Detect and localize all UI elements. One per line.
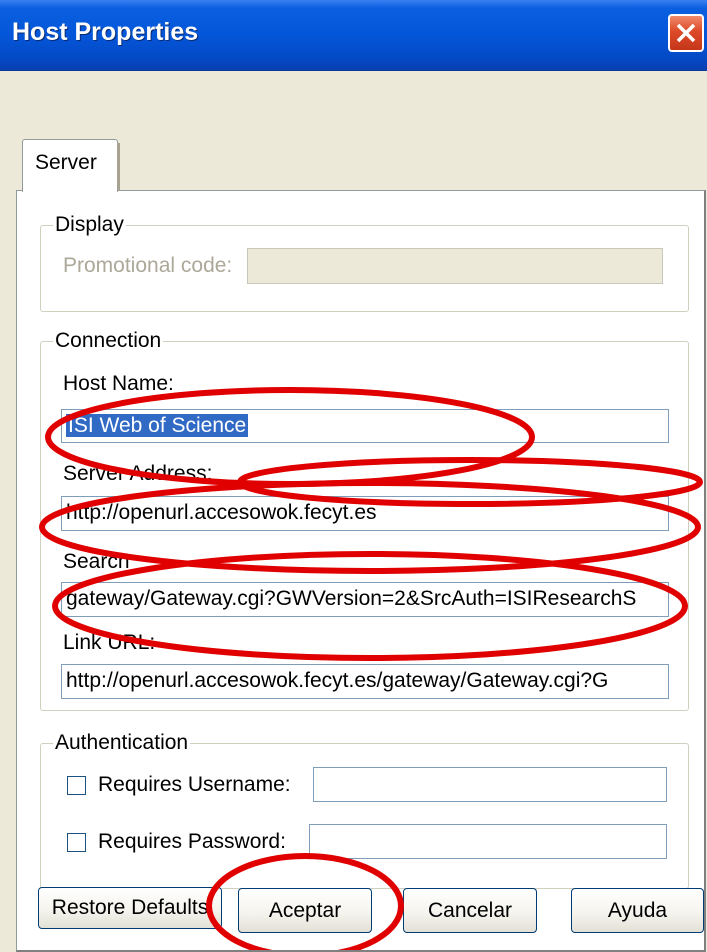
restore-defaults-button[interactable]: Restore Defaults (38, 887, 222, 929)
host-name-input[interactable]: ISI Web of Science (61, 409, 669, 443)
help-label: Ayuda (607, 899, 668, 922)
requires-username-label[interactable]: Requires Username: (98, 773, 291, 797)
display-group: Display Promotional code: (40, 213, 689, 312)
requires-username-checkbox[interactable] (67, 776, 86, 795)
link-url-input[interactable]: http://openurl.accesowok.fecyt.es/gatewa… (61, 664, 669, 699)
cancel-label: Cancelar (427, 899, 513, 922)
ok-label: Aceptar (268, 899, 342, 922)
server-address-input[interactable]: http://openurl.accesowok.fecyt.es (61, 496, 669, 531)
title-bar: Host Properties (0, 0, 707, 71)
window-title: Host Properties (12, 18, 199, 46)
requires-password-checkbox[interactable] (67, 833, 86, 852)
cancel-button[interactable]: Cancelar (403, 888, 537, 933)
promo-code-label: Promotional code: (63, 254, 233, 277)
username-input[interactable] (313, 767, 667, 802)
connection-legend: Connection (53, 329, 164, 353)
password-input[interactable] (309, 824, 667, 859)
connection-group: Connection Host Name: ISI Web of Science… (40, 329, 689, 711)
authentication-legend: Authentication (53, 731, 191, 755)
close-icon (676, 23, 696, 43)
restore-defaults-label: Restore Defaults (51, 896, 209, 919)
search-label: Search (63, 550, 130, 573)
requires-password-label[interactable]: Requires Password: (98, 830, 286, 854)
ok-button[interactable]: Aceptar (238, 888, 372, 933)
host-name-label: Host Name: (63, 372, 174, 395)
tab-panel-server: Display Promotional code: Connection Hos… (16, 190, 706, 952)
display-legend: Display (53, 213, 126, 237)
search-input[interactable]: gateway/Gateway.cgi?GWVersion=2&SrcAuth=… (61, 582, 669, 617)
close-button[interactable] (668, 14, 704, 52)
host-name-value: ISI Web of Science (66, 414, 249, 437)
help-button[interactable]: Ayuda (571, 888, 704, 933)
promo-code-input (247, 248, 663, 284)
authentication-group: Authentication Requires Username: Requir… (40, 731, 689, 889)
tab-label: Server (35, 151, 97, 174)
tab-server[interactable]: Server (22, 139, 120, 192)
link-url-label: Link URL: (63, 631, 156, 654)
dialog-body: Server Display Promotional code: Connect… (0, 71, 707, 952)
server-address-label: Server Address: (63, 462, 213, 485)
